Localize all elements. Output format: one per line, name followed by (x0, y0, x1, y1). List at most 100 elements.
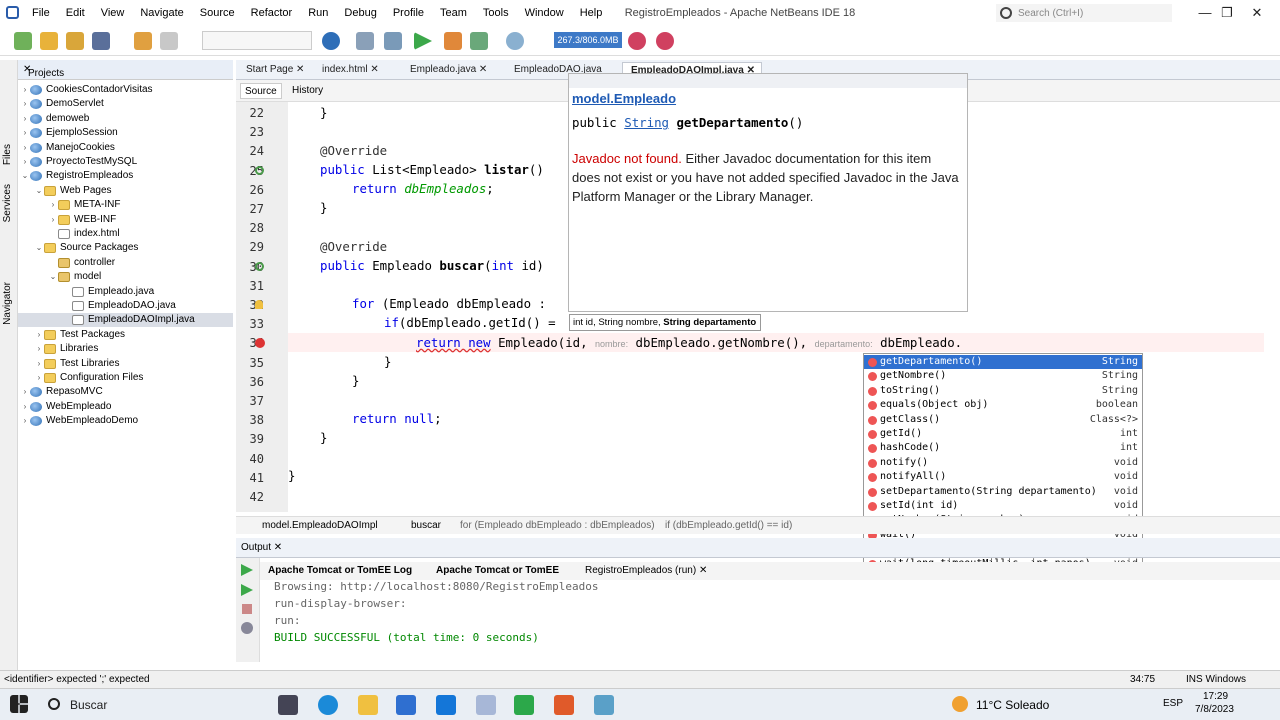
expand-toggle-icon[interactable]: › (20, 126, 30, 140)
save-all-icon[interactable] (92, 32, 110, 50)
clean-build-icon[interactable] (384, 32, 402, 50)
profiler-icon[interactable] (656, 32, 674, 50)
expand-toggle-icon[interactable]: › (48, 198, 58, 212)
expand-toggle-icon[interactable]: › (20, 141, 30, 155)
weather-text[interactable]: 11°C Soleado (976, 698, 1049, 712)
tree-item[interactable]: › WebEmpleado (20, 400, 111, 414)
run-icon[interactable] (414, 32, 432, 50)
completion-item[interactable]: setId(int id) void (864, 499, 1142, 513)
redo-icon[interactable] (160, 32, 178, 50)
override-marker-icon[interactable] (255, 166, 264, 175)
expand-toggle-icon[interactable]: ⌄ (20, 169, 30, 183)
tree-item[interactable]: › ManejoCookies (20, 141, 115, 155)
menu-profile[interactable]: Profile (385, 0, 432, 26)
task-view-icon[interactable] (278, 695, 298, 715)
expand-toggle-icon[interactable]: › (34, 328, 44, 342)
start-icon[interactable] (10, 695, 28, 713)
menu-refactor[interactable]: Refactor (243, 0, 301, 26)
profile-icon[interactable] (470, 32, 488, 50)
tree-item[interactable]: › Configuration Files (34, 371, 143, 385)
completion-item[interactable]: notify() void (864, 456, 1142, 470)
menu-file[interactable]: File (24, 0, 58, 26)
tree-item[interactable]: › ProyectoTestMySQL (20, 155, 137, 169)
completion-item[interactable]: equals(Object obj) boolean (864, 398, 1142, 412)
language-indicator[interactable]: ESP (1163, 698, 1183, 709)
edge-icon[interactable] (318, 695, 338, 715)
services-tab[interactable]: Services (2, 184, 13, 222)
completion-item[interactable]: getNombre() String (864, 369, 1142, 383)
clock-time[interactable]: 17:29 (1203, 691, 1228, 702)
stop-icon[interactable] (242, 604, 252, 614)
tree-item[interactable]: controller (48, 256, 115, 270)
tree-item[interactable]: ⌄ Web Pages (34, 184, 112, 198)
expand-toggle-icon[interactable]: › (20, 385, 30, 399)
app-icon[interactable] (594, 695, 614, 715)
settings-icon[interactable] (241, 622, 253, 634)
tree-item[interactable]: › CookiesContadorVisitas (20, 83, 153, 97)
tree-item[interactable]: › WEB-INF (48, 213, 116, 227)
tree-item[interactable]: › RepasoMVC (20, 385, 103, 399)
tree-item[interactable]: › DemoServlet (20, 97, 104, 111)
menu-run[interactable]: Run (300, 0, 336, 26)
override-marker-icon[interactable] (255, 262, 264, 271)
breadcrumb-method[interactable]: buscar (411, 517, 441, 535)
files-tab[interactable]: Files (2, 144, 13, 165)
expand-toggle-icon[interactable]: ⌄ (34, 184, 44, 198)
debug-icon[interactable] (444, 32, 462, 50)
output-tab-tomcat-log[interactable]: Apache Tomcat or TomEE Log (268, 564, 412, 578)
undo-icon[interactable] (134, 32, 152, 50)
quick-search-input[interactable]: Search (Ctrl+I) (996, 4, 1172, 22)
tree-item[interactable]: Empleado.java (62, 285, 154, 299)
taskbar-search[interactable]: Buscar (70, 698, 107, 712)
expand-toggle-icon[interactable]: ⌄ (34, 241, 44, 255)
breadcrumb-if[interactable]: if (dbEmpleado.getId() == id) (665, 517, 792, 535)
javadoc-class-link[interactable]: model.Empleado (572, 91, 676, 106)
expand-toggle-icon[interactable]: › (48, 213, 58, 227)
netbeans-taskbar-icon[interactable] (476, 695, 496, 715)
expand-toggle-icon[interactable]: › (34, 371, 44, 385)
completion-item[interactable]: notifyAll() void (864, 470, 1142, 484)
file-explorer-icon[interactable] (358, 695, 378, 715)
open-project-icon[interactable] (66, 32, 84, 50)
output-tab[interactable]: Output ✕ (241, 542, 282, 553)
breadcrumb-class[interactable]: model.EmpleadoDAOImpl (262, 517, 378, 535)
tree-item[interactable]: index.html (48, 227, 120, 241)
completion-item[interactable]: toString() String (864, 384, 1142, 398)
test-icon[interactable] (506, 32, 524, 50)
new-file-icon[interactable] (14, 32, 32, 50)
menu-tools[interactable]: Tools (475, 0, 517, 26)
expand-toggle-icon[interactable]: › (34, 342, 44, 356)
memory-indicator[interactable]: 267.3/806.0MB (554, 32, 622, 48)
menu-view[interactable]: View (93, 0, 133, 26)
mail-icon[interactable] (436, 695, 456, 715)
new-project-icon[interactable] (40, 32, 58, 50)
output-console[interactable]: Browsing: http://localhost:8080/Registro… (274, 578, 1174, 658)
configuration-select[interactable] (202, 31, 312, 50)
tree-item[interactable]: › EjemploSession (20, 126, 118, 140)
source-tab[interactable]: Source (240, 83, 282, 99)
tree-item[interactable]: ⌄ Source Packages (34, 241, 138, 255)
menu-debug[interactable]: Debug (336, 0, 384, 26)
tab-index-html[interactable]: index.html ✕ (314, 62, 396, 80)
tree-item[interactable]: › Libraries (34, 342, 98, 356)
breadcrumb-for[interactable]: for (Empleado dbEmpleado : dbEmpleados) (460, 517, 655, 535)
expand-toggle-icon[interactable]: › (20, 414, 30, 428)
tree-item[interactable]: ⌄ model (48, 270, 101, 284)
menu-source[interactable]: Source (192, 0, 243, 26)
hint-bulb-icon[interactable] (255, 300, 263, 309)
tree-item[interactable]: › Test Libraries (34, 357, 119, 371)
expand-toggle-icon[interactable]: › (20, 97, 30, 111)
tree-item[interactable]: › WebEmpleadoDemo (20, 414, 138, 428)
tree-item[interactable]: ⌄ RegistroEmpleados (20, 169, 133, 183)
completion-item[interactable]: getId() int (864, 427, 1142, 441)
tree-item[interactable]: › META-INF (48, 198, 120, 212)
completion-item[interactable]: getDepartamento() String (864, 355, 1142, 370)
expand-toggle-icon[interactable]: › (20, 112, 30, 126)
menu-edit[interactable]: Edit (58, 0, 93, 26)
expand-toggle-icon[interactable]: › (20, 83, 30, 97)
output-tab-run[interactable]: RegistroEmpleados (run) ✕ (585, 564, 707, 578)
build-hammer-icon[interactable] (356, 32, 374, 50)
tree-item[interactable]: EmpleadoDAOImpl.java (18, 313, 233, 328)
history-tab[interactable]: History (288, 83, 327, 99)
expand-toggle-icon[interactable]: › (34, 357, 44, 371)
